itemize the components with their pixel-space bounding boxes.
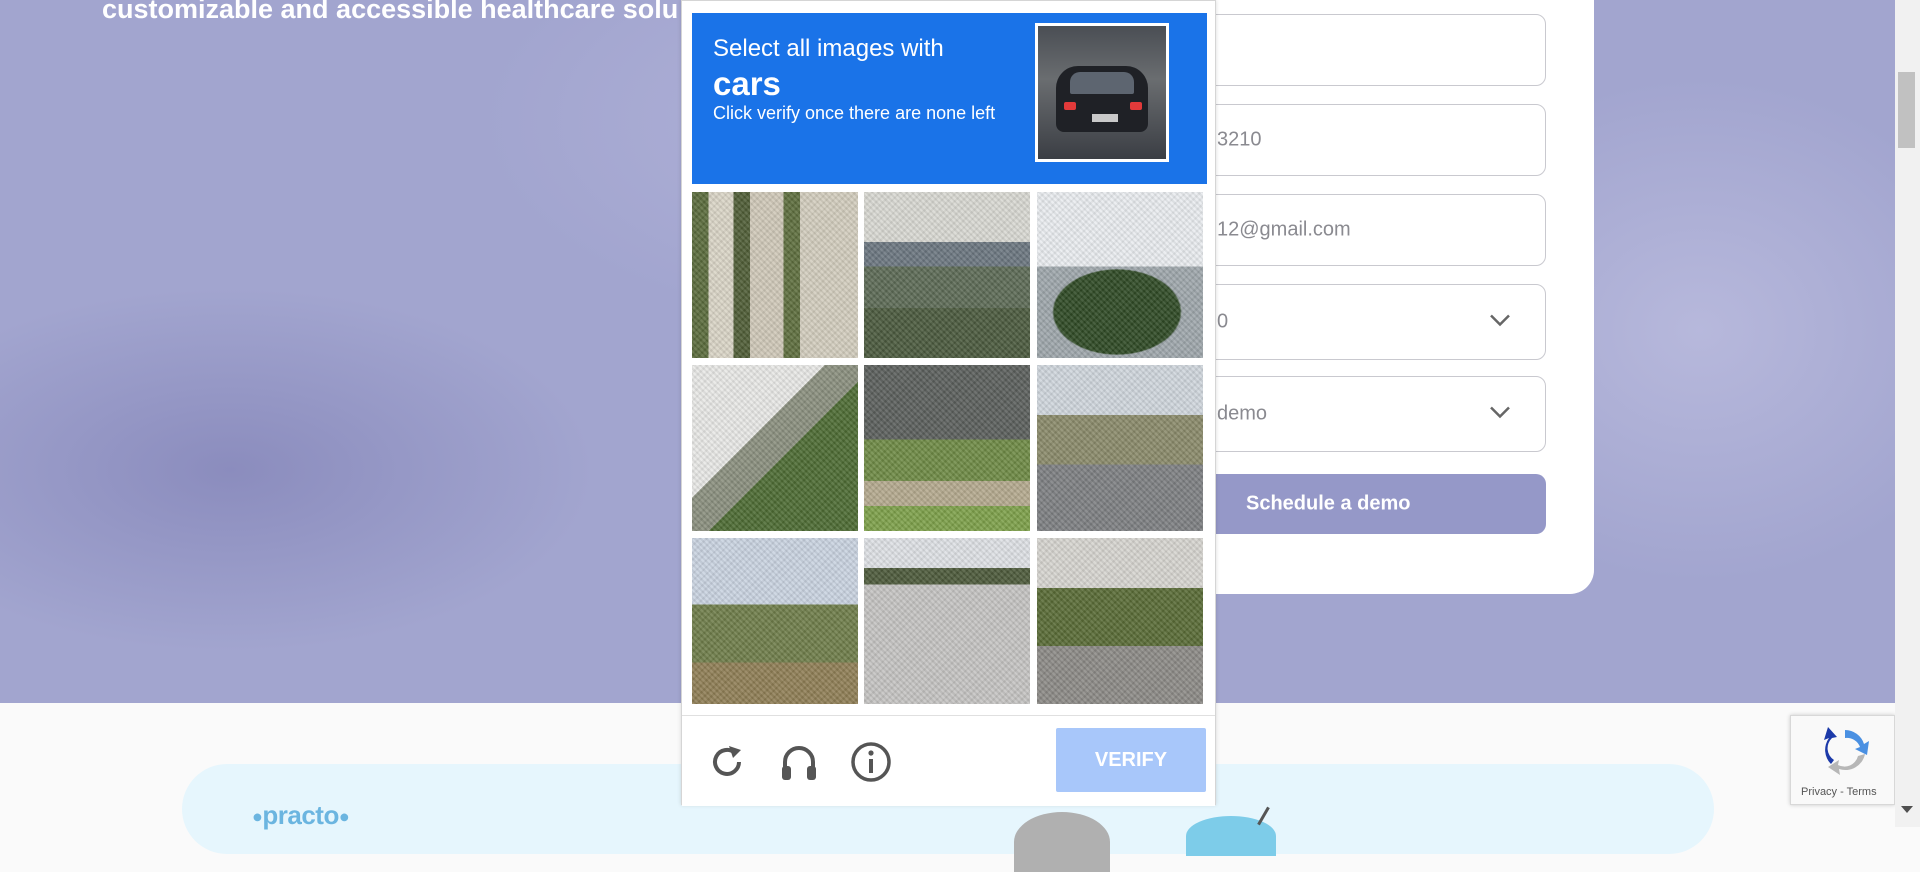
size-select-value: 0 [1217,310,1229,333]
captcha-challenge: Select all images with cars Click verify… [681,0,1216,806]
overpass-tile[interactable] [864,192,1030,358]
chevron-down-icon [1489,311,1511,334]
palm-road-tile[interactable] [1037,538,1203,704]
recaptcha-badge[interactable]: Privacy - Terms [1790,715,1895,805]
palm-bushes-tile[interactable] [692,538,858,704]
illustration-shape [1186,816,1276,856]
scroll-down-icon[interactable] [1901,806,1913,813]
reload-icon[interactable] [705,740,749,784]
email-field-value: 12@gmail.com [1217,218,1351,241]
road-curb-tile[interactable] [864,538,1030,704]
verify-button[interactable]: VERIFY [1056,728,1206,792]
car-rear-icon [1035,23,1169,162]
phone-field-value: 3210 [1217,128,1262,151]
fence-garden-tile[interactable] [864,365,1030,531]
scrollbar-thumb[interactable] [1898,72,1915,148]
recaptcha-links[interactable]: Privacy - Terms [1801,786,1877,798]
schedule-demo-label: Schedule a demo [1246,492,1411,515]
captcha-prompt: Select all images with [713,35,944,62]
info-icon[interactable] [849,740,893,784]
hero-heading: customizable and accessible healthcare s… [102,0,679,24]
captcha-target: cars [713,65,781,102]
demo-type-select-value: demo [1217,402,1268,425]
road-sign-car-tile[interactable] [1037,365,1203,531]
stairs-railing-tile[interactable] [692,365,858,531]
chevron-down-icon [1489,403,1511,426]
captcha-instruction: Click verify once there are none left [713,103,996,123]
scrollbar[interactable] [1895,0,1920,827]
tree-streetlight-tile[interactable] [1037,192,1203,358]
headphones-icon[interactable] [777,740,821,784]
practo-logo: ●practo● [252,800,350,830]
captcha-footer: VERIFY [682,715,1215,806]
trees-building-tile[interactable] [692,192,858,358]
recaptcha-logo-icon [1819,724,1871,781]
person-image [1014,812,1110,872]
captcha-header: Select all images with cars Click verify… [692,13,1207,184]
